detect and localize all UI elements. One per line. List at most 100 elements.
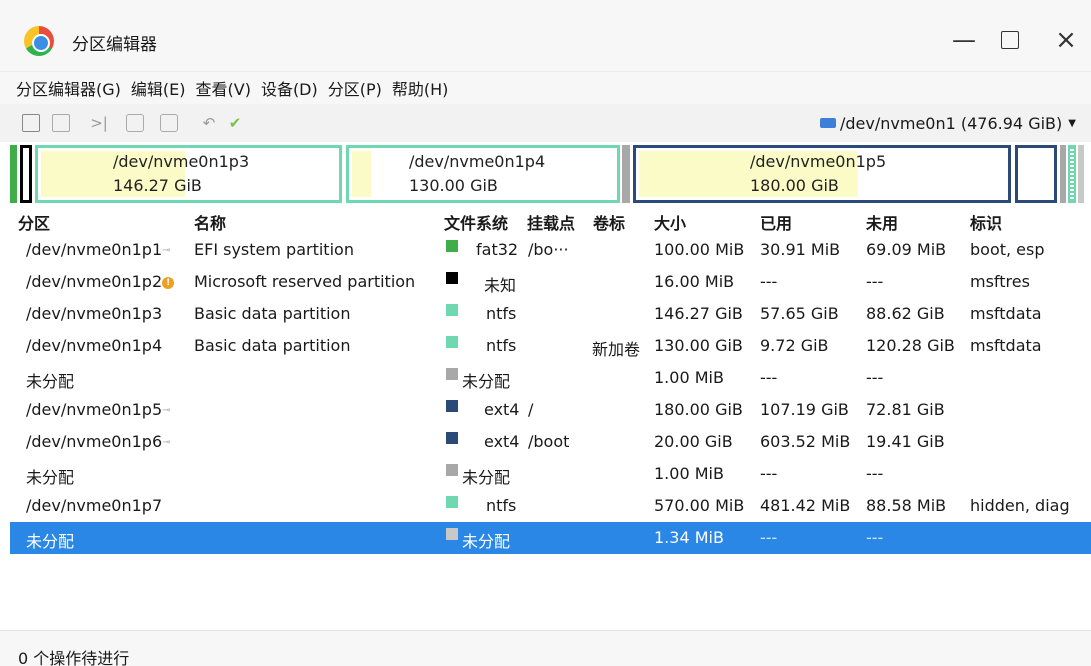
device-selector[interactable]: /dev/nvme0n1 (476.94 GiB) ▼ [820, 108, 1076, 138]
table-row[interactable]: /dev/nvme0n1p6⊸ ext4 /boot 20.00 GiB 603… [10, 426, 1091, 458]
cell-unused: --- [866, 464, 884, 483]
cell-filesystem: 未分配 [462, 532, 511, 551]
cell-unused: 120.28 GiB [866, 336, 955, 355]
menu-partition[interactable]: 分区(P) [328, 76, 382, 100]
map-segment-p5[interactable]: /dev/nvme0n1p5 180.00 GiB [633, 145, 1011, 203]
paste-icon[interactable] [160, 114, 178, 132]
table-row[interactable]: 未分配 未分配 1.00 MiB --- --- [10, 362, 1091, 394]
cell-used: --- [760, 464, 778, 483]
close-button[interactable]: × [1046, 22, 1086, 58]
cell-size: 16.00 MiB [654, 272, 735, 291]
map-segment-p3[interactable]: /dev/nvme0n1p3 146.27 GiB [35, 145, 342, 203]
cell-label: 新加卷 [592, 340, 641, 359]
window-title: 分区编辑器 [72, 35, 157, 55]
cell-size: 180.00 GiB [654, 400, 743, 419]
cell-flags: msftdata [970, 336, 1042, 355]
map-label-size: 130.00 GiB [409, 176, 498, 195]
map-segment-p4[interactable]: /dev/nvme0n1p4 130.00 GiB [346, 145, 620, 203]
map-segment-p1[interactable] [10, 145, 17, 203]
map-segment-unallocated[interactable] [622, 145, 630, 203]
menu-view[interactable]: 查看(V) [196, 76, 251, 100]
menu-edit[interactable]: 编辑(E) [131, 76, 186, 100]
map-segment-p6[interactable] [1015, 145, 1057, 203]
header-unused[interactable]: 未用 [866, 210, 898, 234]
device-label: /dev/nvme0n1 (476.94 GiB) [840, 113, 1063, 133]
table-row-selected[interactable]: 未分配 未分配 1.34 MiB --- --- [10, 522, 1091, 554]
cell-unused: 88.62 GiB [866, 304, 945, 323]
fs-color-swatch [446, 528, 458, 540]
apply-icon[interactable]: ✔ [226, 114, 244, 132]
copy-icon[interactable] [126, 114, 144, 132]
header-label[interactable]: 卷标 [593, 210, 625, 234]
header-mountpoint[interactable]: 挂载点 [527, 210, 575, 234]
table-row[interactable]: /dev/nvme0n1p5⊸ ext4 / 180.00 GiB 107.19… [10, 394, 1091, 426]
header-used[interactable]: 已用 [760, 210, 792, 234]
cell-used: --- [760, 368, 778, 387]
app-icon [24, 26, 54, 56]
cell-unused: 72.81 GiB [866, 400, 945, 419]
table-row[interactable]: /dev/nvme0n1p2! Microsoft reserved parti… [10, 266, 1091, 298]
resize-icon[interactable]: >| [90, 114, 108, 132]
map-label-size: 180.00 GiB [750, 176, 839, 195]
cell-partition: /dev/nvme0n1p2! [26, 272, 175, 291]
undo-icon[interactable]: ↶ [200, 114, 218, 132]
table-row[interactable]: /dev/nvme0n1p4 Basic data partition ntfs… [10, 330, 1091, 362]
map-segment-unallocated[interactable] [1060, 145, 1066, 203]
table-row[interactable]: 未分配 未分配 1.00 MiB --- --- [10, 458, 1091, 490]
cell-partition: 未分配 [26, 372, 75, 391]
status-bar: 0 个操作待进行 [0, 630, 1091, 666]
cell-partition: /dev/nvme0n1p1⊸ [26, 240, 171, 259]
header-filesystem[interactable]: 文件系统 [444, 210, 508, 234]
minimize-button[interactable]: — [944, 22, 984, 58]
cell-filesystem: 未知 [484, 276, 517, 295]
chevron-down-icon: ▼ [1068, 117, 1076, 129]
header-size[interactable]: 大小 [654, 210, 686, 234]
table-row[interactable]: /dev/nvme0n1p3 Basic data partition ntfs… [10, 298, 1091, 330]
cell-size: 1.00 MiB [654, 368, 724, 387]
cell-unused: --- [866, 272, 884, 291]
delete-icon[interactable] [52, 114, 70, 132]
cell-size: 570.00 MiB [654, 496, 745, 515]
map-segment-unallocated[interactable] [1078, 145, 1084, 203]
cell-used: 9.72 GiB [760, 336, 829, 355]
table-row[interactable]: /dev/nvme0n1p7 ntfs 570.00 MiB 481.42 Mi… [10, 490, 1091, 522]
table-row[interactable]: /dev/nvme0n1p1⊸ EFI system partition fat… [10, 234, 1091, 266]
cell-filesystem: ext4 [484, 432, 520, 451]
cell-partition: /dev/nvme0n1p6⊸ [26, 432, 171, 451]
header-flags[interactable]: 标识 [970, 210, 1002, 234]
cell-partition: /dev/nvme0n1p7 [26, 496, 163, 515]
cell-partition: 未分配 [26, 468, 75, 487]
cell-size: 1.34 MiB [654, 528, 724, 547]
cell-flags: hidden, diag [970, 496, 1070, 515]
cell-used: 57.65 GiB [760, 304, 839, 323]
cell-unused: 19.41 GiB [866, 432, 945, 451]
used-space-bar [352, 151, 371, 197]
header-name[interactable]: 名称 [194, 210, 226, 234]
menu-help[interactable]: 帮助(H) [392, 76, 449, 100]
cell-unused: 69.09 MiB [866, 240, 947, 259]
cell-used: 30.91 MiB [760, 240, 841, 259]
menu-gparted[interactable]: 分区编辑器(G) [16, 76, 121, 100]
header-partition[interactable]: 分区 [18, 210, 50, 234]
cell-filesystem: ext4 [484, 400, 520, 419]
map-segment-p2[interactable] [20, 145, 32, 203]
cell-filesystem: ntfs [486, 336, 517, 355]
menu-device[interactable]: 设备(D) [261, 76, 318, 100]
maximize-button[interactable] [990, 22, 1030, 58]
cell-mountpoint: /bo··· [528, 240, 569, 259]
cell-used: --- [760, 272, 778, 291]
mounted-key-icon: ⊸ [162, 245, 171, 256]
mounted-key-icon: ⊸ [162, 437, 171, 448]
cell-size: 20.00 GiB [654, 432, 733, 451]
cell-mountpoint: /boot [528, 432, 570, 451]
map-label-path: /dev/nvme0n1p4 [409, 152, 546, 171]
cell-used: 107.19 GiB [760, 400, 849, 419]
map-segment-p7[interactable] [1068, 145, 1076, 203]
fs-color-swatch [446, 304, 458, 316]
cell-size: 130.00 GiB [654, 336, 743, 355]
pending-operations-status: 0 个操作待进行 [18, 649, 130, 666]
cell-size: 1.00 MiB [654, 464, 724, 483]
new-partition-icon[interactable] [22, 114, 40, 132]
drive-icon [820, 118, 836, 128]
cell-filesystem: ntfs [486, 304, 517, 323]
